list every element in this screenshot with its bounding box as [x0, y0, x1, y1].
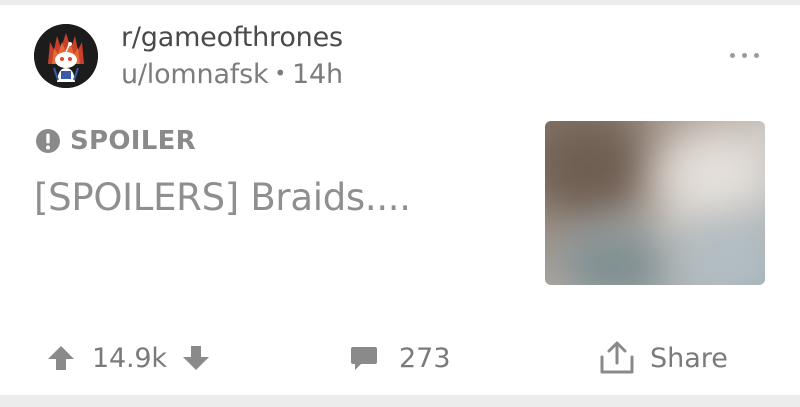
post-card[interactable]: r/gameofthrones u/lomnafsk • 14h SPOILER […: [0, 5, 800, 395]
thumbnail-blur: [655, 131, 765, 221]
more-options-icon: [730, 53, 735, 58]
thumbnail-blur: [675, 221, 765, 285]
subreddit-name[interactable]: r/gameofthrones: [121, 22, 343, 53]
spoiler-flair: SPOILER: [35, 126, 196, 156]
post-thumbnail[interactable]: [545, 121, 765, 285]
downvote-arrow-icon[interactable]: [181, 344, 211, 372]
vote-controls: 14.9k: [46, 338, 211, 378]
exclamation-circle-icon: [36, 129, 60, 153]
share-button[interactable]: Share: [598, 338, 728, 378]
thumbnail-blur: [545, 121, 655, 221]
post-age: 14h: [292, 59, 343, 90]
more-options-dot: [742, 53, 747, 58]
vote-score: 14.9k: [92, 342, 167, 374]
subreddit-avatar[interactable]: [34, 24, 98, 88]
share-icon: [600, 341, 634, 374]
upvote-arrow-icon[interactable]: [46, 344, 76, 372]
post-byline: u/lomnafsk • 14h: [121, 59, 343, 90]
comment-bubble-icon: [351, 347, 377, 370]
thumbnail-blur: [555, 221, 675, 285]
share-label: Share: [650, 342, 728, 374]
more-options-dot: [754, 53, 759, 58]
reddit-snoo-icon: [34, 24, 98, 88]
post-title[interactable]: [SPOILERS] Braids....: [34, 176, 411, 219]
more-options-button[interactable]: [730, 49, 760, 61]
comment-count: 273: [399, 342, 451, 374]
byline-separator: •: [274, 61, 287, 85]
author-link[interactable]: u/lomnafsk: [121, 59, 269, 90]
comments-button[interactable]: 273: [349, 338, 451, 378]
spoiler-label: SPOILER: [70, 126, 197, 156]
